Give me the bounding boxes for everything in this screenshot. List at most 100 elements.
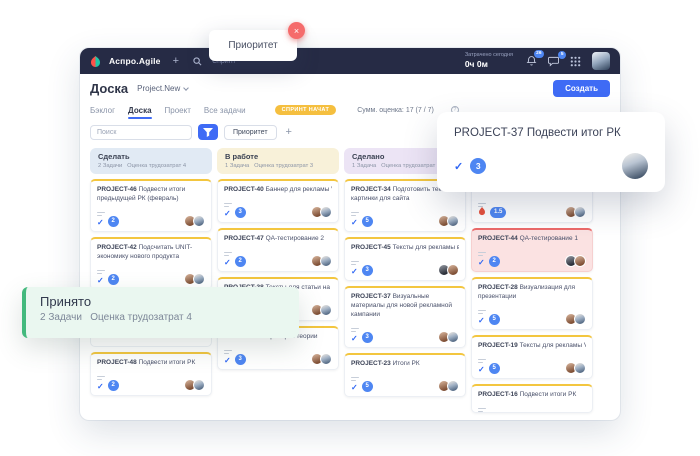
estimate-badge: 2 [108,274,119,285]
column-title: В работе [225,152,331,161]
assignee-avatars [314,353,332,365]
task-card[interactable]: PROJECT-44 QA-тестирование 1✓2 [471,228,593,272]
assignee-avatars [187,379,205,391]
search-input[interactable] [90,125,192,140]
done-check-icon: ✓ [351,328,358,346]
done-check-icon: ✓ [351,212,358,230]
description-icon [351,321,459,328]
task-card[interactable]: PROJECT-40 Баннер для рекламы VK✓3 [217,179,339,223]
tab-1[interactable]: Доска [128,106,151,115]
task-card[interactable]: PROJECT-46 Подвести итоги предыдущей РК … [90,179,212,232]
chat-badge: 5 [558,51,566,59]
task-card[interactable]: PROJECT-45 Тексты для рекламы в VK ✓3 [344,237,466,281]
apps-grid-icon[interactable] [570,56,581,67]
project-selector[interactable]: Project.New [137,84,188,93]
done-check-icon: ✓ [478,252,485,270]
create-button[interactable]: Создать [553,80,610,97]
description-icon [478,401,586,408]
task-footer: ✓3 [351,264,459,276]
avatar [193,379,205,391]
tab-2[interactable]: Проект [165,106,191,115]
assignee-avatars [441,331,459,343]
task-title: PROJECT-42 Подсчитать UNIT-экономику нов… [97,243,205,261]
task-footer: ✓5 [351,380,459,392]
task-title: PROJECT-28 Визуализация для презентации [478,283,586,301]
avatar [320,304,332,316]
task-title: PROJECT-45 Тексты для рекламы в VK [351,243,459,252]
summary-estimate: Сумм. оценка: 17 (7 / 7) [357,107,434,114]
bell-badge: 26 [534,50,544,58]
add-icon[interactable]: + [173,56,179,67]
task-card[interactable]: PROJECT-47 QA-тестирование 2✓2 [217,228,339,272]
column-title: Сделать [98,152,204,161]
task-footer: ✓2 [97,215,205,227]
user-avatar[interactable] [592,52,610,70]
description-icon [478,303,586,310]
avatar [447,264,459,276]
description-icon [97,263,205,270]
time-tracker-value: 0ч 0м [465,59,513,70]
done-check-icon: ✓ [224,203,231,221]
sprint-status-badge: СПРИНТ НАЧАТ [275,105,337,115]
description-icon [97,369,205,376]
estimate-badge: 2 [235,256,246,267]
task-card[interactable]: PROJECT-42 Подсчитать UNIT-экономику нов… [90,237,212,290]
task-footer: ✓3 [351,331,459,343]
avatar [574,255,586,267]
description-icon [478,196,586,203]
avatar [447,331,459,343]
task-card[interactable]: PROJECT-48 Подвести итоги РК✓2 [90,352,212,396]
priority-filter-chip[interactable]: Приоритет [224,125,277,140]
accepted-meta: 2 Задачи Оценка трудозатрат 4 [40,312,285,323]
column-header[interactable]: В работе1 Задача Оценка трудозатрат 3 [217,148,339,174]
estimate-badge: 3 [235,354,246,365]
add-filter-icon[interactable]: + [286,126,292,138]
assignee-avatars [314,206,332,218]
top-navbar: Аспро.Agile + Спринт Затрачено сегодня 0… [80,48,620,74]
column-header[interactable]: Сделать2 Задачи Оценка трудозатрат 4 [90,148,212,174]
done-check-icon: ✓ [454,160,463,173]
tab-3[interactable]: Все задачи [204,106,246,115]
tab-0[interactable]: Бэклог [90,106,115,115]
page-title: Доска [90,81,128,96]
task-card[interactable]: PROJECT-19 Тексты для рекламы VK✓5 [471,335,593,379]
task-callout-title: PROJECT-37 Подвести итог РК [454,127,648,139]
time-tracker-label: Затрачено сегодня [465,52,513,59]
task-title: PROJECT-48 Подвести итоги РК [97,358,205,367]
task-footer: ✓5 [351,215,459,227]
task-title: PROJECT-46 Подвести итоги предыдущей РК … [97,185,205,203]
task-title: PROJECT-47 QA-тестирование 2 [224,234,332,243]
assignee-avatars [314,304,332,316]
done-check-icon: ✓ [97,212,104,230]
task-card[interactable]: PROJECT-23 Итоги РК✓5 [344,353,466,397]
assignee-avatars [187,273,205,285]
avatar [320,206,332,218]
avatar [574,362,586,374]
board-header: Доска Project.New Создать [90,80,610,97]
task-card[interactable]: PROJECT-37 Визуальные материалы для ново… [344,286,466,348]
priority-fire-icon [478,203,486,221]
search-icon[interactable] [193,57,202,66]
assignee-avatars [568,313,586,325]
assignee-avatars [568,206,586,218]
notifications-bell-icon[interactable]: 26 [526,55,537,67]
estimate-badge: 2 [108,380,119,391]
chat-icon[interactable]: 5 [548,56,559,67]
filter-button[interactable] [198,124,218,140]
task-footer: ✓5 [478,313,586,325]
app-window: Аспро.Agile + Спринт Затрачено сегодня 0… [80,48,620,420]
task-footer: ✓2 [97,273,205,285]
task-footer: ✓3 [224,353,332,365]
priority-tooltip: Приоритет × [209,30,297,61]
task-card[interactable]: PROJECT-16 Подвести итоги РК [471,384,593,413]
app-logo-icon [90,56,101,67]
estimate-badge: 5 [489,314,500,325]
task-title: PROJECT-16 Подвести итоги РК [478,390,586,399]
task-callout-card[interactable]: PROJECT-37 Подвести итог РК ✓ 3 [437,112,665,192]
done-check-icon: ✓ [351,261,358,279]
close-icon[interactable]: × [288,22,305,39]
task-card[interactable]: PROJECT-28 Визуализация для презентации ✓… [471,277,593,330]
assignee-avatars [314,255,332,267]
task-title: PROJECT-37 Визуальные материалы для ново… [351,292,459,319]
description-icon [478,245,586,252]
